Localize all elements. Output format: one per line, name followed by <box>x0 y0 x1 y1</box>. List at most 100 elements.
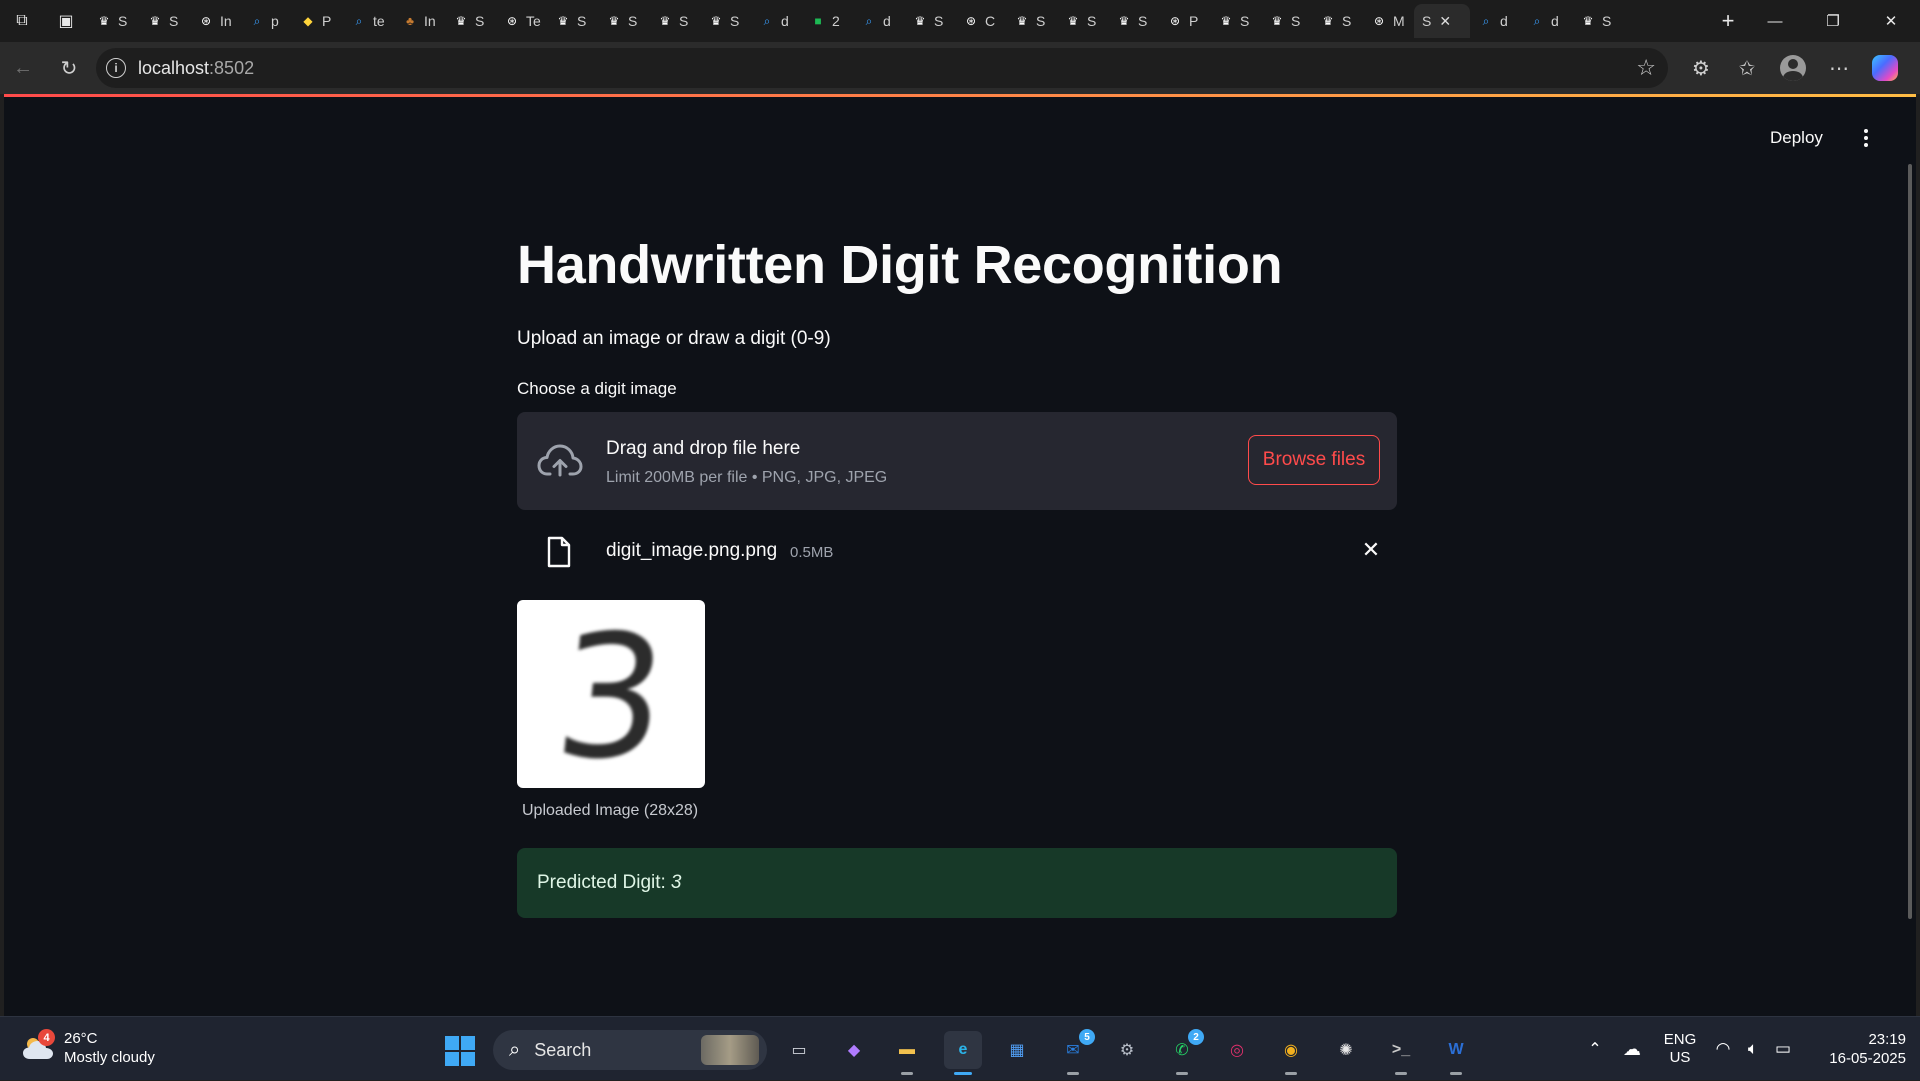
crown-favicon-icon: ♛ <box>710 14 722 28</box>
browser-tab[interactable]: ⊛ M <box>1363 4 1414 38</box>
close-tab-icon[interactable]: ✕ <box>1439 13 1451 30</box>
browser-tab[interactable]: ⌕ d <box>1521 4 1572 38</box>
tab-actions-icon[interactable]: ▣ <box>44 0 88 42</box>
browser-tab[interactable]: ⌕ d <box>1470 4 1521 38</box>
file-explorer-taskbar-button[interactable]: ▬ <box>888 1031 926 1075</box>
browser-tab[interactable]: S ✕ <box>1414 4 1470 38</box>
browser-tab[interactable]: ♣ In <box>394 4 445 38</box>
microsoft-store-taskbar-button[interactable]: ▦ <box>998 1031 1036 1069</box>
taskbar-search[interactable]: ⌕ Search <box>493 1030 767 1070</box>
more-menu-icon[interactable]: ⋯ <box>1816 48 1862 88</box>
copilot-app-taskbar-button[interactable]: ◆ <box>835 1031 873 1069</box>
tab-title: S <box>577 13 587 29</box>
browser-tab[interactable]: ⊛ Te <box>496 4 547 38</box>
remove-file-button[interactable]: ✕ <box>1357 536 1385 564</box>
browser-tab[interactable]: ⌕ d <box>751 4 802 38</box>
browser-toolbar: ← ↻ i localhost:8502 ☆ ⚙ ✩ ⋯ <box>0 42 1920 94</box>
browser-tab[interactable]: ⌕ p <box>241 4 292 38</box>
tab-title: S <box>169 13 179 29</box>
outlook-icon: ✉ <box>1066 1042 1080 1059</box>
back-button[interactable]: ← <box>0 48 46 88</box>
browser-tab[interactable]: ■ 2 <box>802 4 853 38</box>
word-icon: W <box>1448 1041 1464 1058</box>
main-menu-icon[interactable] <box>1856 124 1876 152</box>
show-hidden-icons-icon[interactable]: ⌃ <box>1578 1039 1612 1059</box>
browser-tab[interactable]: ♛ S <box>1210 4 1261 38</box>
tab-title: In <box>220 13 232 29</box>
notification-badge: 2 <box>1188 1029 1204 1045</box>
terminal-icon: >_ <box>1391 1041 1411 1058</box>
profile-button[interactable] <box>1770 48 1816 88</box>
deploy-button[interactable]: Deploy <box>1770 124 1823 152</box>
page-subtitle: Upload an image or draw a digit (0-9) <box>517 328 831 349</box>
instagram-taskbar-button[interactable]: ◎ <box>1218 1031 1256 1069</box>
favorites-icon[interactable]: ✩ <box>1724 48 1770 88</box>
refresh-button[interactable]: ↻ <box>46 48 92 88</box>
tab-title: d <box>781 13 789 29</box>
running-indicator <box>1285 1072 1297 1075</box>
browser-tab[interactable]: ♛ S <box>598 4 649 38</box>
edge-taskbar-button[interactable]: e <box>944 1031 982 1075</box>
file-dropzone[interactable]: Drag and drop file here Limit 200MB per … <box>517 412 1397 510</box>
crown-favicon-icon: ♛ <box>659 14 671 28</box>
browser-tab[interactable]: ♛ S <box>1006 4 1057 38</box>
url-text[interactable]: localhost:8502 <box>138 58 1636 79</box>
onedrive-icon[interactable]: ☁ <box>1612 1039 1652 1060</box>
browser-tab[interactable]: ♛ S <box>1312 4 1363 38</box>
restore-button[interactable]: ❐ <box>1804 0 1862 42</box>
address-bar[interactable]: i localhost:8502 ☆ <box>96 48 1668 88</box>
weather-widget[interactable]: 4 26°C Mostly cloudy <box>20 1029 170 1069</box>
tab-list: ♛ S ♛ S ⊛ In ⌕ p ◆ P ⌕ te ♣ In ♛ S ⊛ Te ♛ S ♛ S ♛ S ♛ S ⌕ d ■ 2 ⌕ d ♛ S ⊛ C… <box>88 0 1710 42</box>
outlook-taskbar-button[interactable]: ✉ 5 <box>1054 1029 1095 1075</box>
browse-files-button[interactable]: Browse files <box>1248 435 1380 485</box>
microsoft-store-icon: ▦ <box>1009 1042 1025 1059</box>
whatsapp-taskbar-button[interactable]: ✆ 2 <box>1163 1029 1204 1075</box>
browser-tab[interactable]: ⌕ te <box>343 4 394 38</box>
edge-icon: e <box>958 1041 968 1058</box>
browser-tab[interactable]: ♛ S <box>139 4 190 38</box>
taskbar-search-label: Search <box>534 1039 592 1060</box>
page-scrollbar[interactable] <box>1908 164 1912 919</box>
copilot-button[interactable] <box>1862 48 1908 88</box>
close-window-button[interactable]: ✕ <box>1862 0 1920 42</box>
workspaces-icon[interactable]: ⧉ <box>0 0 44 42</box>
favorite-star-icon[interactable]: ☆ <box>1636 55 1656 81</box>
tab-title: 2 <box>832 13 840 29</box>
site-info-icon[interactable]: i <box>106 58 126 78</box>
start-button[interactable] <box>445 1036 475 1066</box>
chatgpt-taskbar-button[interactable]: ✺ <box>1327 1031 1365 1069</box>
browser-tab[interactable]: ♛ S <box>904 4 955 38</box>
running-indicator <box>901 1072 913 1075</box>
settings-taskbar-button[interactable]: ⚙ <box>1108 1031 1146 1069</box>
browser-tab[interactable]: ♛ S <box>1572 4 1623 38</box>
browser-tab[interactable]: ◆ P <box>292 4 343 38</box>
minimize-button[interactable]: — <box>1746 0 1804 42</box>
search-favicon-icon: ⌕ <box>355 13 363 28</box>
browser-tab[interactable]: ♛ S <box>547 4 598 38</box>
terminal-taskbar-button[interactable]: >_ <box>1382 1031 1420 1075</box>
browser-tab[interactable]: ♛ S <box>445 4 496 38</box>
browser-tab[interactable]: ♛ S <box>88 4 139 38</box>
browser-tab[interactable]: ♛ S <box>1057 4 1108 38</box>
browser-tab[interactable]: ♛ S <box>1108 4 1159 38</box>
language-indicator[interactable]: ENG US <box>1652 1031 1708 1067</box>
whatsapp-icon: ✆ <box>1175 1042 1189 1059</box>
new-tab-button[interactable]: + <box>1710 4 1746 38</box>
wifi-icon[interactable]: ◠ <box>1708 1039 1738 1059</box>
browser-tab[interactable]: ⊛ C <box>955 4 1006 38</box>
browser-tab[interactable]: ⊛ P <box>1159 4 1210 38</box>
volume-icon[interactable]: 🔈︎ <box>1738 1039 1768 1059</box>
battery-icon[interactable]: ▭ <box>1768 1039 1798 1059</box>
browser-tab[interactable]: ♛ S <box>1261 4 1312 38</box>
search-icon: ⌕ <box>509 1038 521 1061</box>
task-view-taskbar-button[interactable]: ▭ <box>780 1031 818 1069</box>
browser-tab[interactable]: ♛ S <box>700 4 751 38</box>
extensions-icon[interactable]: ⚙ <box>1678 48 1724 88</box>
chrome-taskbar-button[interactable]: ◉ <box>1272 1031 1310 1075</box>
browser-tab[interactable]: ⊛ In <box>190 4 241 38</box>
tab-title: P <box>1189 13 1199 29</box>
browser-tab[interactable]: ⌕ d <box>853 4 904 38</box>
taskbar-clock[interactable]: 23:19 16-05-2025 <box>1808 1030 1906 1068</box>
word-taskbar-button[interactable]: W <box>1437 1031 1475 1075</box>
browser-tab[interactable]: ♛ S <box>649 4 700 38</box>
